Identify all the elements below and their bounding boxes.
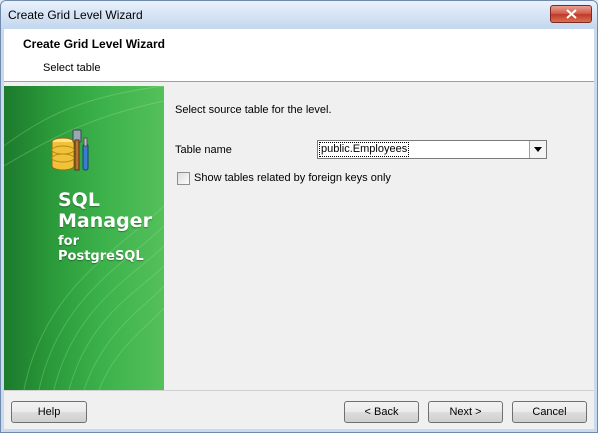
foreign-keys-label[interactable]: Show tables related by foreign keys only bbox=[194, 172, 391, 184]
back-button[interactable]: < Back bbox=[344, 401, 419, 423]
instruction-text: Select source table for the level. bbox=[175, 104, 332, 116]
database-tools-icon bbox=[51, 129, 89, 171]
cancel-button-label: Cancel bbox=[532, 406, 567, 418]
wizard-window: Create Grid Level Wizard Create Grid Lev… bbox=[0, 0, 598, 433]
brand-line-manager: Manager bbox=[58, 210, 152, 232]
step-title: Create Grid Level Wizard bbox=[23, 37, 165, 51]
branding-panel: SQL Manager for PostgreSQL bbox=[4, 86, 164, 390]
next-button-label: Next > bbox=[449, 406, 482, 418]
table-name-value: public.Employees bbox=[319, 142, 410, 157]
button-bar: Help < Back Next > Cancel bbox=[4, 390, 594, 429]
title-bar[interactable]: Create Grid Level Wizard bbox=[1, 1, 597, 29]
close-icon bbox=[566, 9, 577, 19]
chevron-down-icon bbox=[534, 147, 542, 152]
step-subtitle: Select table bbox=[43, 62, 101, 74]
help-button-label: Help bbox=[37, 406, 61, 418]
table-name-select[interactable]: public.Employees bbox=[317, 140, 547, 159]
wizard-content: Select source table for the level. Table… bbox=[164, 86, 594, 390]
dialog-client: Create Grid Level Wizard Select table SQ… bbox=[4, 29, 594, 429]
next-button[interactable]: Next > bbox=[428, 401, 503, 423]
close-button[interactable] bbox=[550, 5, 592, 23]
brand-line-postgresql: PostgreSQL bbox=[58, 249, 144, 264]
help-button[interactable]: Help bbox=[11, 401, 87, 423]
dropdown-button[interactable] bbox=[529, 141, 546, 158]
brand-line-sql: SQL bbox=[58, 189, 100, 211]
foreign-keys-checkbox[interactable] bbox=[177, 172, 190, 185]
table-name-label: Table name bbox=[175, 144, 232, 156]
back-button-label: < Back bbox=[364, 406, 399, 418]
brand-line-for: for bbox=[58, 234, 79, 249]
cancel-button[interactable]: Cancel bbox=[512, 401, 587, 423]
product-brand: SQL Manager for PostgreSQL bbox=[58, 189, 152, 265]
wizard-header: Create Grid Level Wizard Select table bbox=[4, 29, 594, 82]
window-title: Create Grid Level Wizard bbox=[8, 8, 143, 22]
